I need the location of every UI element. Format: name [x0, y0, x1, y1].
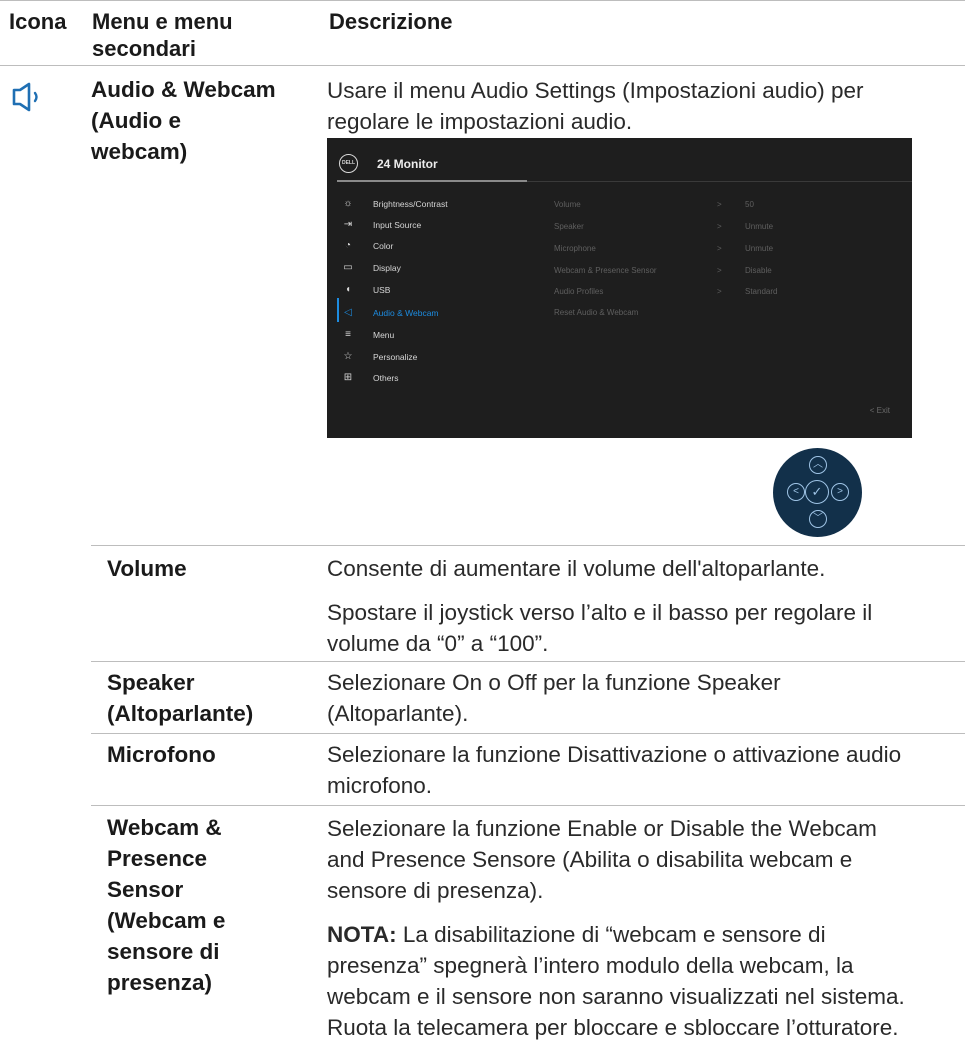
- others-icon: ⊞: [343, 372, 353, 383]
- osd-title: 24 Monitor: [377, 157, 438, 171]
- osd-sub-webcam-presence[interactable]: Webcam & Presence Sensor: [554, 265, 657, 277]
- audio-icon: ◁: [344, 307, 352, 318]
- osd-exit-button[interactable]: < Exit: [870, 406, 890, 415]
- osd-menu-label: Menu: [373, 330, 395, 340]
- speaker-icon: [11, 82, 43, 112]
- chevron-right-icon: >: [717, 287, 722, 296]
- row-rule: [91, 661, 965, 662]
- webcam-last: Ruota la telecamera per bloccare e sbloc…: [327, 1015, 899, 1040]
- row-rule: [91, 805, 965, 806]
- note-text: La disabilitazione di “webcam e sensore …: [396, 922, 826, 947]
- display-icon: ▭: [343, 262, 353, 273]
- osd-sub-reset[interactable]: Reset Audio & Webcam: [554, 307, 638, 319]
- row-name-webcam-6: presenza): [107, 970, 213, 995]
- volume-desc-1: Consente di aumentare il volume dell'alt…: [327, 556, 826, 581]
- row-name-speaker-2: (Altoparlante): [107, 701, 254, 726]
- osd-menu-label: Audio & Webcam: [373, 308, 439, 318]
- osd-sub-speaker[interactable]: Speaker: [554, 221, 584, 233]
- osd-menu-label: Input Source: [373, 220, 422, 230]
- personalize-icon: ☆: [343, 351, 353, 362]
- chevron-right-icon: >: [831, 483, 849, 501]
- chevron-right-icon: >: [717, 222, 722, 231]
- top-rule: [0, 0, 965, 1]
- menu-name-line1: Audio & Webcam: [91, 77, 276, 102]
- row-name-webcam-2: Presence: [107, 846, 208, 871]
- osd-value-speaker: Unmute: [745, 222, 774, 231]
- row-name-volume: Volume: [107, 556, 187, 581]
- mic-desc-1: Selezionare la funzione Disattivazione o…: [327, 742, 902, 767]
- brightness-icon: ☼: [343, 198, 353, 209]
- osd-value-volume: 50: [745, 200, 754, 209]
- chevron-right-icon: >: [717, 266, 722, 275]
- check-icon: ✓: [805, 480, 829, 504]
- webcam-desc-2: and Presence Sensore (Abilita o disabili…: [327, 847, 853, 872]
- header-menu-line2: secondari: [92, 36, 196, 61]
- row-name-webcam-1: Webcam &: [107, 815, 222, 840]
- osd-divider-highlight: [337, 180, 527, 182]
- speaker-desc-2: (Altoparlante).: [327, 701, 469, 726]
- osd-value-webcam-presence: Disable: [745, 266, 772, 275]
- row-name-webcam-3: Sensor: [107, 877, 184, 902]
- osd-menu-others[interactable]: ⊞ Others: [337, 370, 527, 386]
- header-rule: [0, 65, 965, 66]
- chevron-right-icon: >: [717, 244, 722, 253]
- chevron-left-icon: <: [787, 483, 805, 501]
- webcam-note-3: webcam e il sensore non saranno visualiz…: [327, 984, 905, 1009]
- row-name-speaker-1: Speaker: [107, 670, 195, 695]
- menu-name-line2: (Audio e: [91, 108, 181, 133]
- osd-menu-display[interactable]: ▭ Display: [337, 260, 527, 276]
- dell-logo: DELL: [339, 154, 358, 173]
- color-icon: ◔: [344, 240, 352, 251]
- osd-menu-usb[interactable]: ◖ USB: [337, 282, 527, 298]
- osd-menu-audio-webcam[interactable]: ◁ Audio & Webcam: [337, 305, 527, 321]
- osd-value-audio-profiles: Standard: [745, 287, 778, 296]
- menu-name-line3: webcam): [91, 139, 188, 164]
- osd-menu-brightness[interactable]: ☼ Brightness/Contrast: [337, 196, 527, 212]
- volume-desc-2b: volume da “0” a “100”.: [327, 631, 549, 656]
- volume-desc-2a: Spostare il joystick verso l’alto e il b…: [327, 600, 873, 625]
- speaker-desc-1: Selezionare On o Off per la funzione Spe…: [327, 670, 781, 695]
- menu-icon: ≡: [345, 329, 351, 340]
- osd-menu-label: Display: [373, 263, 401, 273]
- header-menu-line1: Menu e menu: [92, 9, 233, 34]
- osd-value-microphone: Unmute: [745, 244, 774, 253]
- osd-menu-label: Brightness/Contrast: [373, 199, 448, 209]
- main-desc-line1: Usare il menu Audio Settings (Impostazio…: [327, 78, 864, 103]
- note-label: NOTA:: [327, 922, 397, 947]
- osd-menu-label: Color: [373, 241, 394, 251]
- osd-menu-input-source[interactable]: ⇥ Input Source: [337, 217, 527, 233]
- header-icon: Icona: [9, 9, 67, 34]
- joystick: ︿ < ✓ > ﹀: [773, 448, 862, 537]
- chevron-up-icon: ︿: [809, 456, 827, 474]
- osd-sub-microphone[interactable]: Microphone: [554, 243, 596, 255]
- header-description: Descrizione: [329, 9, 453, 34]
- row-rule: [91, 545, 965, 546]
- chevron-right-icon: >: [717, 200, 722, 209]
- osd-menu-color[interactable]: ◔ Color: [337, 238, 527, 254]
- osd-screenshot: DELL 24 Monitor ☼ Brightness/Contrast ⇥ …: [327, 138, 912, 438]
- row-name-webcam-4: (Webcam e: [107, 908, 226, 933]
- osd-menu-label: Personalize: [373, 352, 418, 362]
- webcam-note-1: NOTA: La disabilitazione di “webcam e se…: [327, 919, 826, 950]
- row-name-webcam-5: sensore di: [107, 939, 220, 964]
- main-desc-line2: regolare le impostazioni audio.: [327, 109, 633, 134]
- osd-menu-label: Others: [373, 373, 399, 383]
- osd-sub-volume[interactable]: Volume: [554, 199, 581, 211]
- input-source-icon: ⇥: [343, 219, 353, 230]
- osd-menu-menu[interactable]: ≡ Menu: [337, 327, 527, 343]
- osd-menu-label: USB: [373, 285, 391, 295]
- osd-sub-audio-profiles[interactable]: Audio Profiles: [554, 286, 603, 298]
- osd-menu-personalize[interactable]: ☆ Personalize: [337, 349, 527, 365]
- webcam-note-2: presenza” spegnerà l’intero modulo della…: [327, 953, 854, 978]
- chevron-down-icon: ﹀: [809, 510, 827, 528]
- mic-desc-2: microfono.: [327, 773, 433, 798]
- usb-icon: ◖: [344, 284, 352, 295]
- row-rule: [91, 733, 965, 734]
- webcam-desc-3: sensore di presenza).: [327, 878, 544, 903]
- row-name-microfono: Microfono: [107, 742, 216, 767]
- webcam-desc-1: Selezionare la funzione Enable or Disabl…: [327, 816, 877, 841]
